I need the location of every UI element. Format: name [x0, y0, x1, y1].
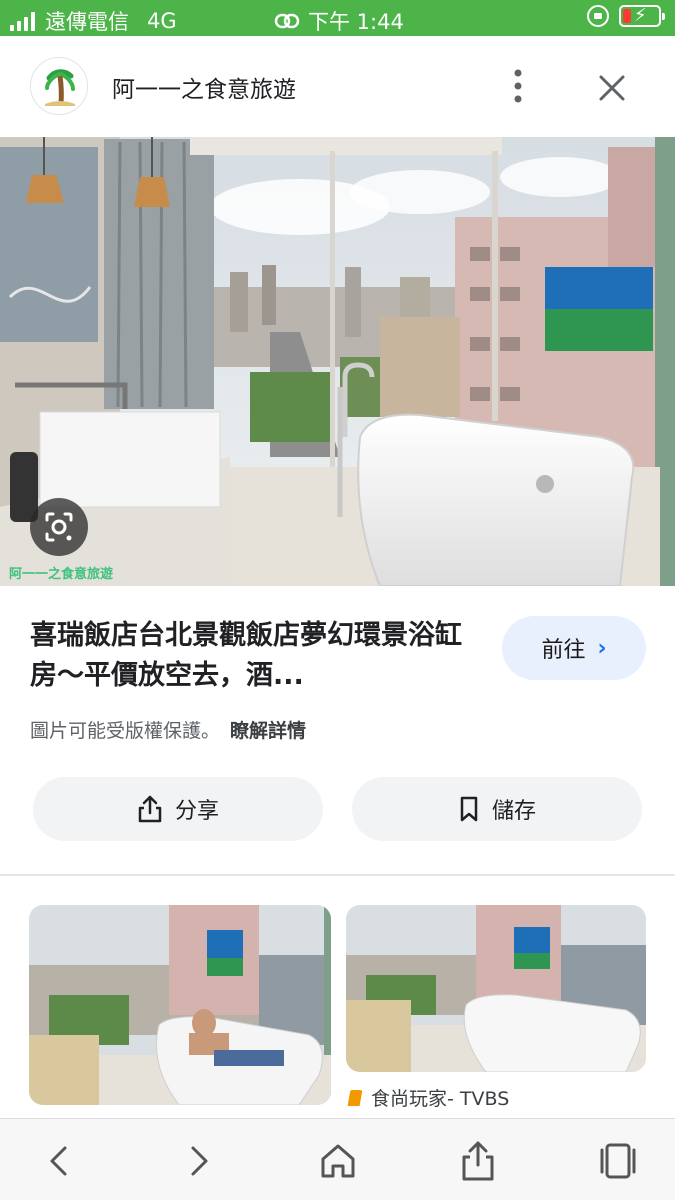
image-watermark: 阿一一之食意旅遊 — [9, 567, 114, 582]
battery-icon: ⚡ — [619, 5, 665, 27]
google-lens-icon — [45, 512, 73, 542]
learn-more-link[interactable]: 瞭解詳情 — [230, 720, 306, 742]
home-button[interactable] — [316, 1139, 360, 1183]
share-icon — [462, 1141, 494, 1181]
more-options-button[interactable] — [500, 64, 536, 108]
share-label: 分享 — [174, 799, 219, 824]
related-image-1[interactable] — [29, 905, 331, 1105]
chevron-right-icon: › — [597, 635, 607, 661]
chevron-right-icon — [191, 1146, 208, 1176]
bookmark-icon — [460, 796, 478, 822]
copyright-text: 圖片可能受版權保護。 — [30, 720, 221, 742]
source-header: 阿一一之食意旅遊 — [0, 36, 675, 136]
chevron-left-icon — [50, 1146, 67, 1176]
related-photo-2 — [346, 905, 646, 1072]
section-divider — [0, 874, 675, 876]
site-name[interactable]: 阿一一之食意旅遊 — [112, 70, 296, 104]
status-bar: 遠傳電信 4G 下午 1:44 ⚡ — [0, 0, 675, 36]
more-vertical-icon — [514, 69, 522, 103]
signal-icon — [10, 11, 35, 31]
palm-tree-logo-icon — [31, 58, 87, 114]
main-image[interactable]: 阿一一之食意旅遊 — [0, 137, 675, 586]
related-source-label: 食尚玩家- TVBS — [371, 1088, 510, 1110]
home-icon — [321, 1144, 355, 1178]
save-label: 儲存 — [491, 799, 536, 824]
result-title[interactable]: 喜瑞飯店台北景觀飯店夢幻環景浴缸房～平價放空去，酒... — [30, 616, 470, 696]
share-icon — [138, 795, 162, 823]
carrier-name: 遠傳電信 — [45, 10, 129, 34]
rotation-lock-icon — [587, 5, 609, 27]
related-image-2[interactable] — [346, 905, 646, 1072]
browser-toolbar — [0, 1118, 675, 1200]
tabs-button[interactable] — [596, 1139, 640, 1183]
clock: 下午 1:44 — [308, 10, 404, 34]
bathroom-city-view-photo — [0, 137, 675, 586]
close-button[interactable] — [592, 68, 632, 108]
site-avatar[interactable] — [30, 57, 88, 115]
share-button[interactable]: 分享 — [33, 777, 323, 841]
visit-button[interactable]: 前往 › — [502, 616, 646, 680]
source-favicon-icon — [347, 1089, 363, 1106]
related-photo-1 — [29, 905, 331, 1105]
tabs-icon — [600, 1143, 636, 1179]
copyright-notice: 圖片可能受版權保護。 瞭解詳情 — [30, 716, 306, 743]
close-icon — [599, 75, 625, 101]
forward-button[interactable] — [176, 1139, 220, 1183]
google-lens-button[interactable] — [30, 498, 88, 556]
share-page-button[interactable] — [456, 1139, 500, 1183]
back-button[interactable] — [38, 1139, 82, 1183]
network-type: 4G — [147, 9, 177, 33]
save-button[interactable]: 儲存 — [352, 777, 642, 841]
visit-label: 前往 — [541, 638, 586, 663]
link-icon — [274, 13, 300, 29]
related-source-2[interactable]: 食尚玩家- TVBS — [347, 1084, 510, 1111]
